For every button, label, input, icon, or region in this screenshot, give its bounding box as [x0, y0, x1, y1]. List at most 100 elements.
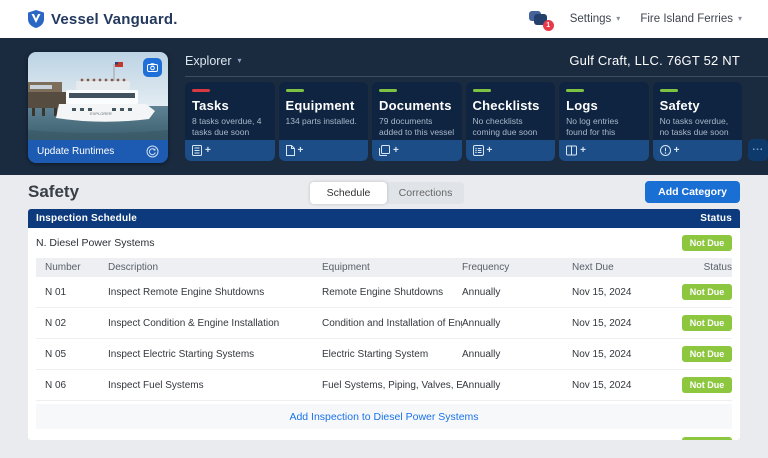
tab-schedule[interactable]: Schedule — [310, 182, 387, 204]
add-inspection-row: Add Inspection to Diesel Power Systems — [36, 404, 732, 429]
inspection-schedule-header: Inspection Schedule Status — [28, 209, 740, 228]
card-subtitle: No tasks overdue, no tasks due soon — [660, 116, 736, 138]
cell-number: N 02 — [36, 318, 108, 329]
ellipsis-icon: ... — [752, 142, 763, 153]
card-title: Safety — [660, 98, 736, 113]
shield-logo-icon — [28, 10, 44, 28]
cell-number: N 06 — [36, 380, 108, 391]
col-equipment: Equipment — [322, 262, 462, 273]
add-checklist-button[interactable]: + — [466, 140, 556, 161]
vessel-vanguard-logo[interactable]: Vessel Vanguard. — [28, 10, 178, 28]
card-title: Checklists — [473, 98, 549, 113]
fleet-selector-menu[interactable]: Fire Island Ferries ▾ — [640, 13, 742, 25]
card-subtitle: 8 tasks overdue, 4 tasks due soon — [192, 116, 268, 138]
safety-section: Safety Schedule Corrections Add Category… — [0, 175, 768, 440]
cell-equipment: Fuel Systems, Piping, Valves, Emergency — [322, 380, 462, 391]
card-title: Logs — [566, 98, 642, 113]
page-title: Safety — [28, 182, 79, 202]
add-category-button[interactable]: Add Category — [645, 181, 740, 203]
card-title: Tasks — [192, 98, 268, 113]
checklists-card[interactable]: Checklists No checklists coming due soon… — [466, 82, 556, 161]
cell-next-due: Nov 15, 2024 — [572, 349, 682, 360]
plus-icon: + — [205, 145, 211, 156]
table-row[interactable]: N 06 Inspect Fuel Systems Fuel Systems, … — [36, 370, 732, 401]
card-accent-bar — [660, 89, 678, 92]
status-badge: Not Due — [682, 437, 732, 440]
cell-frequency: Annually — [462, 349, 572, 360]
plus-icon: + — [487, 145, 493, 156]
explorer-dropdown[interactable]: Explorer ▾ — [185, 54, 242, 68]
add-equipment-button[interactable]: + — [279, 140, 369, 161]
runtime-refresh-icon — [146, 145, 159, 158]
checklist-icon — [473, 145, 484, 156]
status-column-title: Status — [700, 213, 732, 224]
card-subtitle: 79 documents added to this vessel — [379, 116, 455, 138]
schedule-corrections-tabs: Schedule Corrections — [310, 182, 464, 204]
table-row[interactable]: N 05 Inspect Electric Starting Systems E… — [36, 339, 732, 370]
more-cards-button[interactable]: ... — [748, 139, 768, 161]
explorer-label: Explorer — [185, 54, 232, 68]
card-accent-bar — [286, 89, 304, 92]
cell-description: Inspect Fuel Systems — [108, 380, 322, 391]
section-header: Safety Schedule Corrections Add Category — [28, 175, 740, 209]
pages-icon — [379, 145, 390, 156]
card-accent-bar — [192, 89, 210, 92]
plus-icon: + — [393, 145, 399, 156]
category-name: N. Diesel Power Systems — [36, 237, 154, 249]
status-badge: Not Due — [682, 284, 732, 300]
cell-frequency: Annually — [462, 287, 572, 298]
add-safety-item-button[interactable]: + — [653, 140, 743, 161]
status-badge: Not Due — [682, 235, 732, 251]
table-title: Inspection Schedule — [36, 213, 137, 224]
book-icon — [566, 145, 577, 156]
plus-icon: + — [674, 145, 680, 156]
add-log-button[interactable]: + — [559, 140, 649, 161]
notification-count-badge: 1 — [543, 20, 554, 31]
cell-number: N 01 — [36, 287, 108, 298]
card-accent-bar — [566, 89, 584, 92]
safety-card[interactable]: Safety No tasks overdue, no tasks due so… — [653, 82, 743, 161]
app-header: Vessel Vanguard. 1 Settings ▾ Fire Islan… — [0, 0, 768, 38]
logs-card[interactable]: Logs No log entries found for this vesse… — [559, 82, 649, 161]
vessel-title: Gulf Craft, LLC. 76GT 52 NT — [569, 53, 740, 68]
inspection-table: N. Diesel Power Systems Not Due Number D… — [28, 228, 740, 440]
boat-name-text: EXPLORER — [90, 111, 112, 116]
cell-equipment: Condition and Installation of Engines, C… — [322, 318, 462, 329]
notifications-button[interactable]: 1 — [529, 10, 550, 28]
tab-corrections[interactable]: Corrections — [387, 182, 464, 204]
chevron-down-icon: ▾ — [738, 15, 742, 23]
status-badge: Not Due — [682, 377, 732, 393]
cell-description: Inspect Condition & Engine Installation — [108, 318, 322, 329]
category-group-row: N. Diesel Power Systems Not Due — [28, 228, 740, 258]
card-title: Documents — [379, 98, 455, 113]
cell-next-due: Nov 15, 2024 — [572, 318, 682, 329]
update-runtimes-button[interactable]: Update Runtimes — [28, 140, 168, 163]
card-subtitle: No checklists coming due soon — [473, 116, 549, 138]
cell-next-due: Nov 15, 2024 — [572, 380, 682, 391]
add-inspection-link[interactable]: Add Inspection to Diesel Power Systems — [289, 411, 478, 423]
clipboard-list-icon — [192, 145, 202, 156]
cell-number: N 05 — [36, 349, 108, 360]
add-document-button[interactable]: + — [372, 140, 462, 161]
settings-menu[interactable]: Settings ▾ — [570, 13, 621, 25]
status-badge: Not Due — [682, 315, 732, 331]
equipment-card[interactable]: Equipment 134 parts installed. + — [279, 82, 369, 161]
documents-card[interactable]: Documents 79 documents added to this ves… — [372, 82, 462, 161]
plus-icon: + — [298, 145, 304, 156]
col-next-due: Next Due — [572, 262, 682, 273]
card-subtitle: 134 parts installed. — [286, 116, 362, 127]
tasks-card[interactable]: Tasks 8 tasks overdue, 4 tasks due soon … — [185, 82, 275, 161]
table-row[interactable]: N 02 Inspect Condition & Engine Installa… — [36, 308, 732, 339]
table-row[interactable]: N 01 Inspect Remote Engine Shutdowns Rem… — [36, 277, 732, 308]
card-accent-bar — [379, 89, 397, 92]
cell-equipment: Remote Engine Shutdowns — [322, 287, 462, 298]
chevron-down-icon: ▾ — [616, 15, 620, 23]
card-title: Equipment — [286, 98, 362, 113]
edit-photo-button[interactable] — [143, 58, 162, 77]
cell-description: Inspect Electric Starting Systems — [108, 349, 322, 360]
cell-description: Inspect Remote Engine Shutdowns — [108, 287, 322, 298]
update-runtimes-label: Update Runtimes — [37, 146, 114, 157]
card-accent-bar — [473, 89, 491, 92]
add-task-button[interactable]: + — [185, 140, 275, 161]
settings-label: Settings — [570, 13, 612, 25]
